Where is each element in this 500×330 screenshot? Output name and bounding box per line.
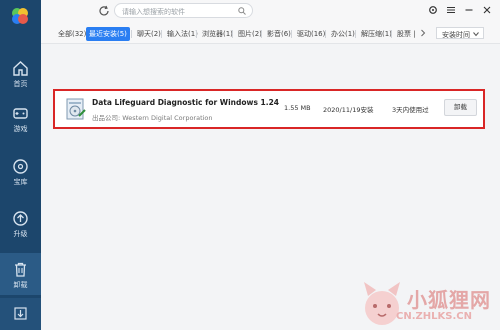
watermark-url: CN.ZHLKS.CN	[396, 311, 472, 322]
home-icon	[13, 61, 28, 76]
tabs-more-icon[interactable]	[419, 29, 427, 37]
trash-icon	[15, 262, 26, 277]
sidebar-item-upgrade[interactable]: 升级	[0, 202, 41, 244]
tab-media[interactable]: 影音(6)	[264, 27, 294, 41]
gamepad-icon	[13, 108, 28, 119]
tab-divider	[391, 30, 392, 38]
menu-icon	[447, 6, 455, 14]
search-box[interactable]: 请输入想搜索的软件	[114, 3, 253, 18]
download-icon	[14, 307, 27, 320]
settings-button[interactable]	[427, 4, 439, 16]
chevron-down-icon	[473, 32, 479, 37]
sidebar-item-label: 宝库	[13, 178, 28, 186]
close-button[interactable]	[481, 4, 493, 16]
sidebar-item-treasury[interactable]: 宝库	[0, 150, 41, 192]
tab-driver[interactable]: 驱动(16)	[294, 27, 328, 41]
disc-icon	[13, 159, 28, 174]
tab-stocks[interactable]: 股票 |	[394, 27, 419, 41]
sort-select-label: 安装时间	[442, 31, 470, 39]
tab-divider	[232, 30, 233, 38]
tab-office[interactable]: 办公(1)	[328, 27, 358, 41]
upgrade-icon	[13, 211, 28, 226]
app-install-date: 2020/11/19安装	[323, 106, 374, 114]
tab-all[interactable]: 全部(32)	[55, 27, 89, 41]
sidebar-item-games[interactable]: 游戏	[0, 97, 41, 139]
app-publisher: 出品公司: Western Digital Corporation	[92, 114, 213, 122]
tab-divider	[196, 30, 197, 38]
close-icon	[483, 6, 491, 14]
tab-divider	[161, 30, 162, 38]
watermark: 小狐狸网 CN.ZHLKS.CN	[360, 268, 500, 330]
sidebar-item-label: 升级	[13, 230, 28, 238]
tab-divider	[355, 30, 356, 38]
tab-divider	[261, 30, 262, 38]
sidebar-bottom-button[interactable]	[0, 298, 41, 330]
refresh-icon[interactable]	[98, 5, 110, 17]
app-logo-icon	[12, 8, 28, 24]
app-size: 1.55 MB	[284, 104, 311, 112]
list-item: Data Lifeguard Diagnostic for Windows 1.…	[53, 89, 485, 129]
title-bar: 请输入想搜索的软件	[41, 0, 500, 22]
sidebar: 首页 游戏 宝库 升级 卸载	[0, 0, 41, 330]
minimize-icon	[465, 9, 473, 11]
sidebar-item-uninstall[interactable]: 卸载	[0, 253, 41, 295]
sidebar-item-label: 卸载	[13, 281, 28, 289]
sidebar-item-label: 首页	[13, 80, 28, 88]
gear-icon	[429, 6, 437, 14]
tab-divider	[325, 30, 326, 38]
app-name: Data Lifeguard Diagnostic for Windows 1.…	[92, 98, 280, 107]
uninstall-button[interactable]: 卸载	[444, 99, 477, 116]
tab-archive[interactable]: 解压缩(1)	[358, 27, 395, 41]
sidebar-item-home[interactable]: 首页	[0, 52, 41, 94]
tab-browser[interactable]: 浏览器(1)	[199, 27, 236, 41]
tab-divider	[131, 30, 132, 38]
watermark-title: 小狐狸网	[407, 288, 491, 312]
search-input[interactable]: 请输入想搜索的软件	[122, 7, 185, 17]
app-icon	[66, 98, 86, 120]
tab-recent[interactable]: 最近安装(5)	[86, 27, 130, 41]
sort-select[interactable]: 安装时间	[436, 27, 484, 39]
search-icon[interactable]	[238, 7, 246, 15]
category-tabs: 全部(32) 最近安装(5) 聊天(2) 输入法(1) 浏览器(1) 图片(2)…	[41, 22, 500, 44]
minimize-button[interactable]	[463, 4, 475, 16]
sidebar-item-label: 游戏	[13, 125, 28, 133]
tab-chat[interactable]: 聊天(2)	[134, 27, 164, 41]
menu-button[interactable]	[445, 4, 457, 16]
tab-divider	[291, 30, 292, 38]
app-usage: 3天内使用过	[392, 106, 429, 114]
